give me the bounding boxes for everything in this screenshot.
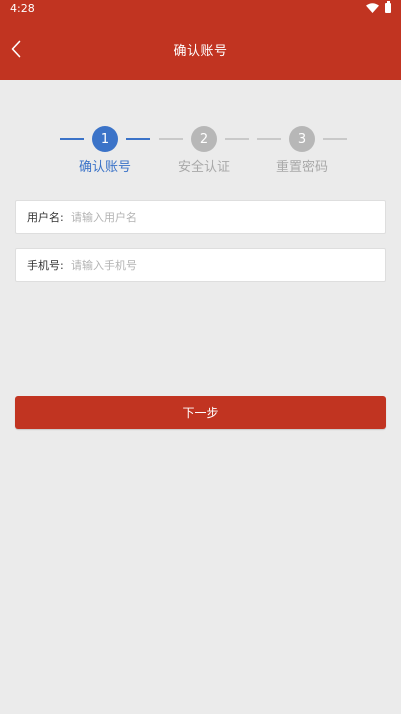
status-time: 4:28 (10, 2, 35, 15)
step-2-line-left (159, 138, 183, 140)
step-1-line-right (126, 138, 150, 140)
step-2-circle: 2 (191, 126, 217, 152)
step-3-line-left (257, 138, 281, 140)
step-3-label: 重置密码 (275, 160, 328, 175)
step-2: 2 安全认证 (159, 124, 249, 180)
status-icons (366, 1, 391, 13)
stepper: 1 确认账号 2 安全认证 3 重置密码 (0, 124, 401, 180)
step-3: 3 重置密码 (257, 124, 347, 180)
step-1: 1 确认账号 (60, 124, 150, 180)
step-1-label: 确认账号 (78, 160, 131, 175)
step-1-line-left (60, 138, 84, 140)
phone-label: 手机号: (27, 259, 64, 272)
wifi-icon (366, 3, 379, 13)
step-3-circle: 3 (289, 126, 315, 152)
step-1-circle: 1 (92, 126, 118, 152)
phone-field[interactable]: 手机号: (15, 248, 386, 282)
username-field[interactable]: 用户名: (15, 200, 386, 234)
status-bar: 4:28 (0, 0, 401, 18)
screen: 4:28 确认账号 1 确认账号 2 安全认证 3 重置密码 用户名: 请输入用… (0, 0, 401, 714)
step-2-line-right (225, 138, 249, 140)
battery-icon (385, 1, 391, 13)
next-button[interactable]: 下一步 (15, 396, 386, 429)
page-title: 确认账号 (173, 44, 228, 59)
app-bar: 4:28 确认账号 (0, 0, 401, 80)
step-3-line-right (323, 138, 347, 140)
username-input[interactable] (71, 201, 385, 233)
step-2-label: 安全认证 (177, 160, 230, 175)
phone-input[interactable] (71, 249, 385, 281)
username-label: 用户名: (27, 211, 64, 224)
